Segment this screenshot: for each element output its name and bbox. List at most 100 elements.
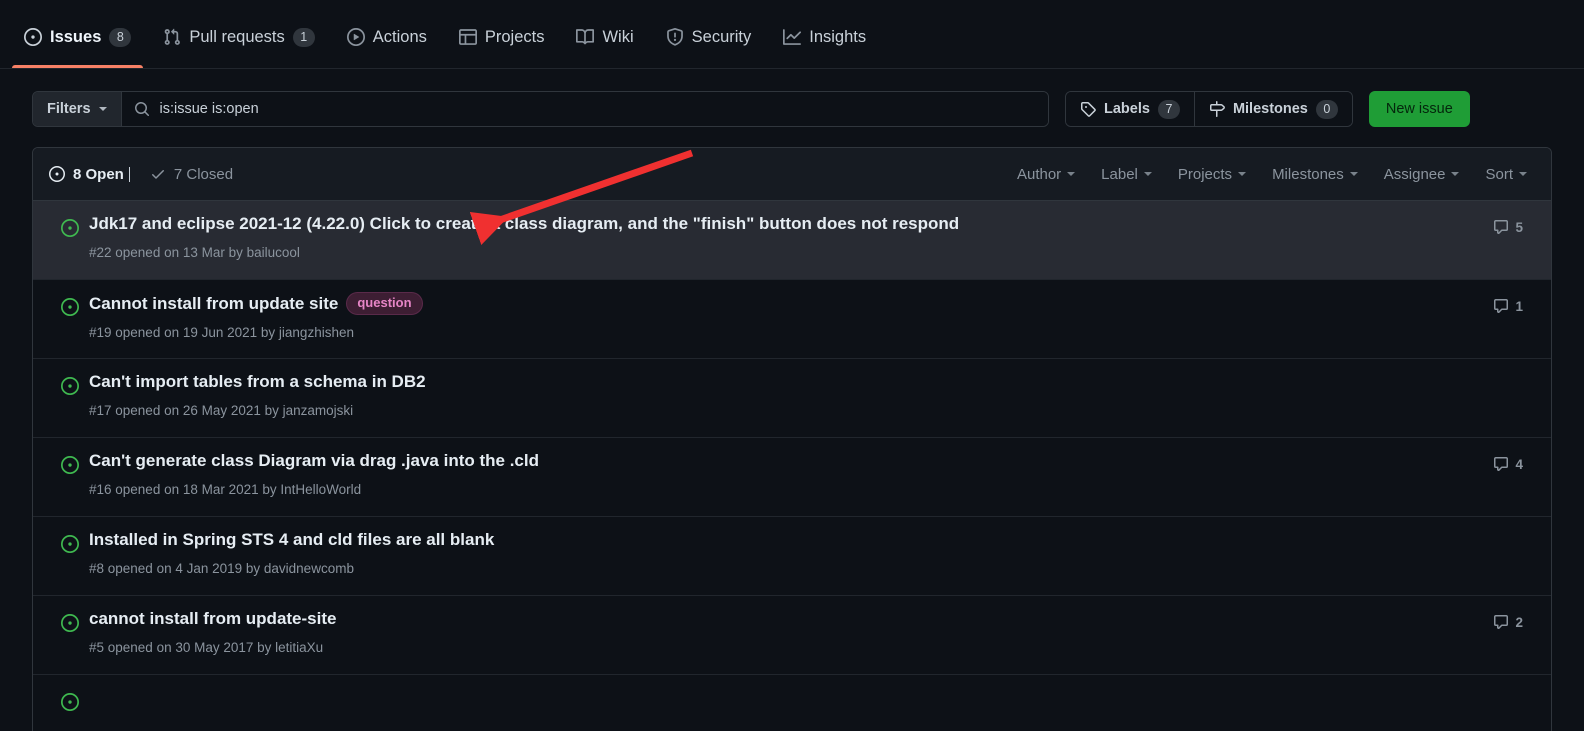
issue-opened-icon — [61, 298, 79, 316]
issue-row[interactable] — [33, 675, 1551, 731]
issue-title-line: Can't import tables from a schema in DB2 — [89, 371, 1477, 394]
issue-row[interactable]: Can't import tables from a schema in DB2… — [33, 359, 1551, 438]
milestones-button[interactable]: Milestones 0 — [1193, 92, 1352, 126]
tag-icon — [1080, 101, 1096, 117]
nav-tab-actions[interactable]: Actions — [331, 6, 443, 68]
graph-icon — [783, 28, 802, 46]
issue-row-main: Cannot install from update site question #… — [89, 292, 1477, 340]
issue-row-main: Can't import tables from a schema in DB2… — [89, 371, 1477, 418]
issue-row-main: Can't generate class Diagram via drag .j… — [89, 450, 1477, 497]
dropdown-assignee[interactable]: Assignee — [1384, 166, 1460, 183]
repository-nav: Issues 8 Pull requests 1 Actions Projects Wiki… — [0, 0, 1584, 69]
issue-title-line: Can't generate class Diagram via drag .j… — [89, 450, 1477, 473]
comment-icon[interactable] — [1493, 614, 1509, 630]
text-cursor — [128, 166, 130, 182]
search-input[interactable]: is:issue is:open — [121, 92, 1048, 126]
nav-tab-label: Actions — [372, 27, 427, 46]
search-icon — [134, 101, 150, 117]
nav-tab-insights[interactable]: Insights — [767, 6, 882, 68]
comment-icon[interactable] — [1493, 298, 1509, 314]
dropdown-label: Label — [1101, 165, 1138, 183]
issue-title-line: cannot install from update-site — [89, 608, 1477, 631]
nav-tab-security[interactable]: Security — [650, 6, 768, 68]
issue-comment-count: 1 — [1515, 298, 1523, 314]
issue-title-link[interactable]: Cannot install from update site — [89, 294, 338, 313]
issue-row[interactable]: Jdk17 and eclipse 2021-12 (4.22.0) Click… — [33, 201, 1551, 280]
issue-meta: #22 opened on 13 Mar by bailucool — [89, 244, 300, 260]
issue-row-main: Installed in Spring STS 4 and cld files … — [89, 529, 1477, 576]
nav-tab-projects[interactable]: Projects — [443, 6, 561, 68]
issue-meta: #8 opened on 4 Jan 2019 by davidnewcomb — [89, 560, 354, 576]
issue-title-line: Cannot install from update site question — [89, 292, 1477, 316]
nav-tab-pull-requests[interactable]: Pull requests 1 — [147, 6, 330, 68]
issue-title-link[interactable]: Installed in Spring STS 4 and cld files … — [89, 530, 494, 549]
github-issues-page: Issues 8 Pull requests 1 Actions Projects Wiki… — [0, 0, 1584, 731]
issue-opened-icon — [61, 614, 79, 632]
milestones-count: 0 — [1315, 99, 1338, 119]
issue-title-link[interactable]: Jdk17 and eclipse 2021-12 (4.22.0) Click… — [89, 214, 959, 233]
labels-button-label: Labels — [1104, 101, 1150, 117]
comment-icon[interactable] — [1493, 219, 1509, 235]
issue-title-link[interactable]: cannot install from update-site — [89, 609, 336, 628]
issue-row-main: Jdk17 and eclipse 2021-12 (4.22.0) Click… — [89, 213, 1477, 260]
issue-row-right: 1 — [1477, 298, 1523, 314]
new-issue-button[interactable]: New issue — [1368, 91, 1470, 127]
labels-milestones-group: Labels 7 Milestones 0 — [1065, 91, 1353, 127]
issue-title-link[interactable]: Can't import tables from a schema in DB2 — [89, 372, 426, 391]
issue-opened-icon — [24, 28, 42, 46]
issue-row-main — [89, 687, 1477, 696]
issue-row[interactable]: Cannot install from update site question #… — [33, 280, 1551, 359]
search-group: Filters is:issue is:open — [32, 91, 1049, 127]
issue-opened-icon — [61, 693, 79, 711]
dropdown-milestones[interactable]: Milestones — [1272, 166, 1358, 183]
open-issues-count-label: 8 Open — [73, 165, 124, 183]
issue-meta: #5 opened on 30 May 2017 by letitiaXu — [89, 639, 324, 655]
issue-comment-count: 4 — [1515, 456, 1523, 472]
issue-row-right: 2 — [1477, 614, 1523, 630]
dropdown-sort[interactable]: Sort — [1485, 166, 1527, 183]
chevron-down-icon — [1238, 172, 1247, 176]
dropdown-author[interactable]: Author — [1016, 165, 1076, 183]
issue-comment-count: 2 — [1515, 614, 1523, 630]
nav-tab-wiki[interactable]: Wiki — [560, 6, 649, 68]
filters-button-label: Filters — [47, 101, 91, 117]
nav-tab-label: Insights — [809, 27, 867, 46]
issues-list: 8 Open 7 Closed Author Label Projects Miles… — [32, 147, 1552, 731]
dropdown-projects[interactable]: Projects — [1178, 166, 1247, 183]
issue-opened-icon — [61, 219, 79, 237]
issue-meta: #17 opened on 26 May 2021 by janzamojski — [89, 402, 354, 418]
nav-tab-issues[interactable]: Issues 8 — [8, 6, 147, 68]
book-icon — [576, 28, 595, 46]
issue-opened-icon — [49, 166, 65, 182]
dropdown-label[interactable]: Label — [1101, 166, 1152, 183]
nav-tab-label: Wiki — [602, 27, 634, 46]
nav-tab-counter: 8 — [109, 27, 132, 47]
dropdown-label: Author — [1016, 165, 1062, 183]
issue-label-badge[interactable]: question — [346, 292, 423, 315]
issue-title-link[interactable]: Can't generate class Diagram via drag .j… — [89, 451, 539, 470]
chevron-down-icon — [1519, 172, 1527, 176]
issues-sort-filters: Author Label Projects Milestones Assignee Sor… — [1017, 166, 1535, 183]
dropdown-label: Assignee — [1383, 165, 1446, 183]
issues-list-header: 8 Open 7 Closed Author Label Projects Miles… — [33, 148, 1551, 201]
issue-row[interactable]: Can't generate class Diagram via drag .j… — [33, 438, 1551, 517]
issue-row[interactable]: cannot install from update-site #5 opened… — [33, 596, 1551, 675]
nav-tab-label: Issues — [50, 27, 102, 46]
repository-nav-tabs: Issues 8 Pull requests 1 Actions Projects Wiki… — [8, 6, 882, 68]
milestones-button-label: Milestones — [1232, 101, 1308, 117]
issue-row[interactable]: Installed in Spring STS 4 and cld files … — [33, 517, 1551, 596]
filters-button[interactable]: Filters — [33, 92, 122, 126]
issue-opened-icon — [61, 456, 79, 474]
closed-issues-filter[interactable]: 7 Closed — [150, 166, 233, 183]
issue-meta: #19 opened on 19 Jun 2021 by jiangzhishe… — [89, 324, 354, 340]
search-input-value: is:issue is:open — [159, 101, 259, 117]
closed-issues-count-label: 7 Closed — [173, 165, 234, 183]
play-icon — [346, 28, 365, 46]
nav-tab-label: Pull requests — [189, 27, 285, 46]
issue-meta: #16 opened on 18 Mar 2021 by IntHelloWor… — [89, 481, 362, 497]
labels-button[interactable]: Labels 7 — [1066, 92, 1194, 126]
comment-icon[interactable] — [1493, 456, 1509, 472]
nav-tab-label: Projects — [484, 27, 545, 46]
open-issues-filter[interactable]: 8 Open — [49, 166, 130, 183]
check-icon — [150, 166, 166, 182]
